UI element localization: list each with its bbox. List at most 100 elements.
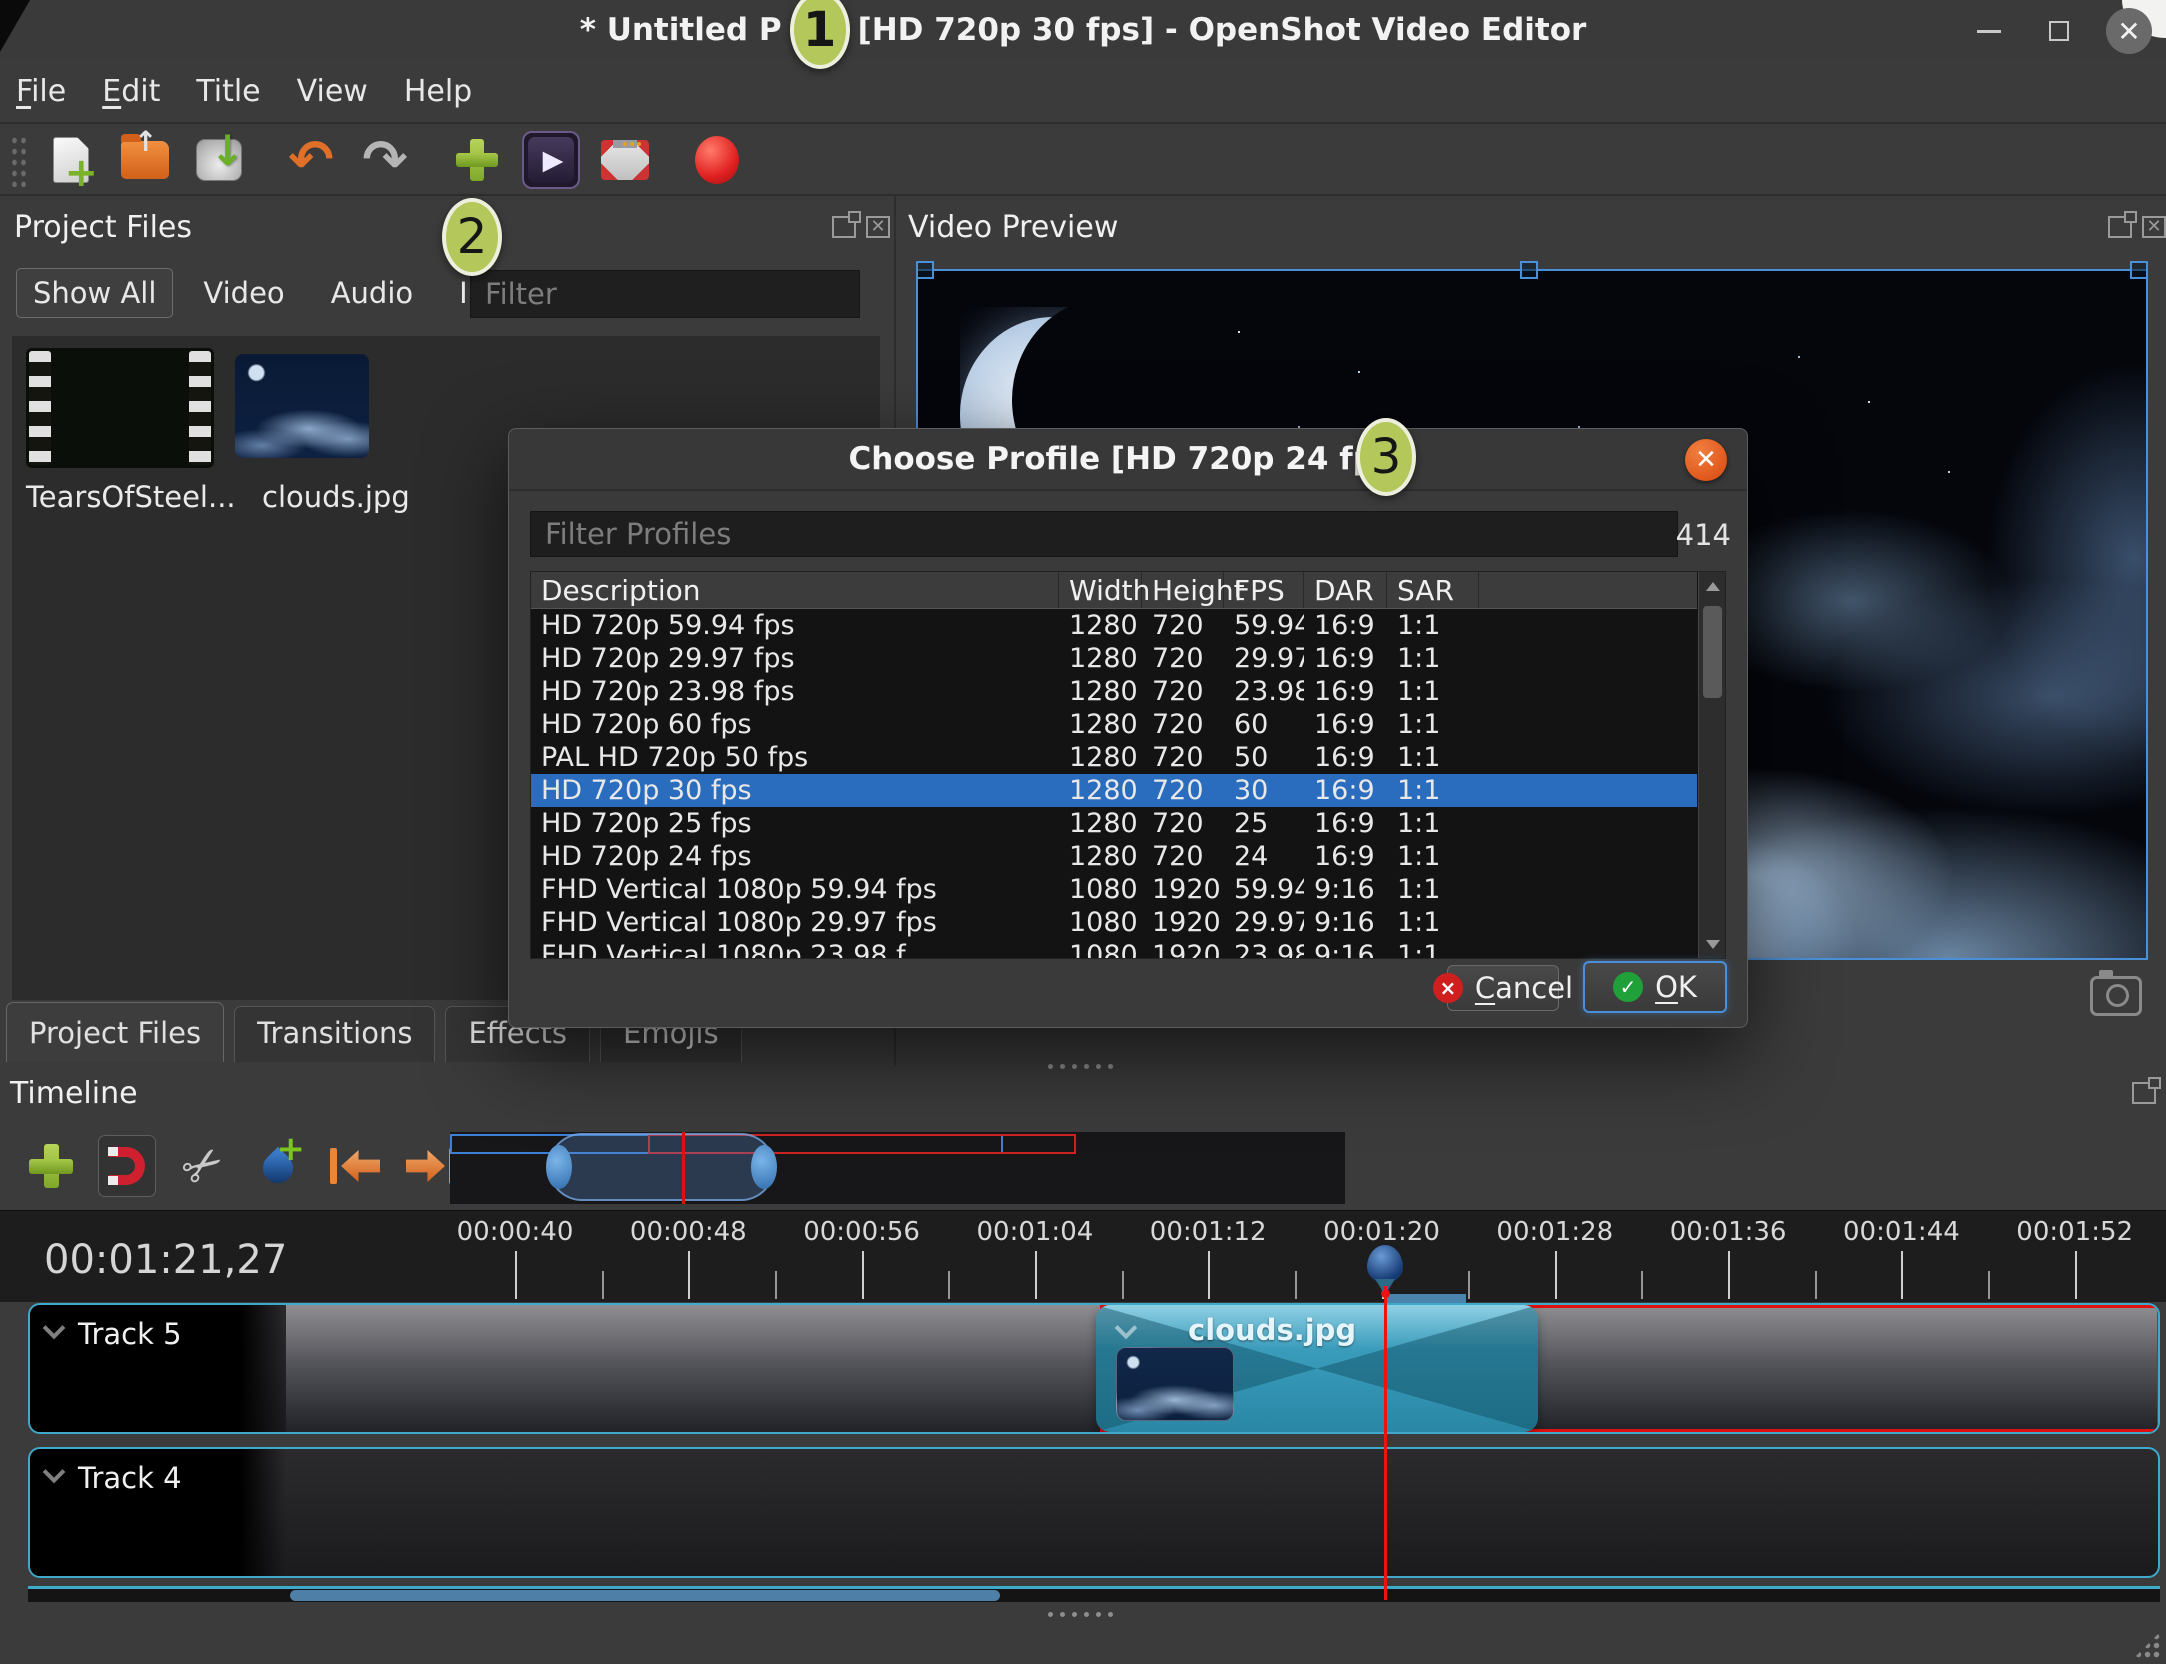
file-thumbnail-image[interactable]	[235, 354, 369, 458]
export-video-button[interactable]	[688, 131, 746, 189]
timeline-horizontal-scrollbar[interactable]	[290, 1590, 1000, 1601]
cell: 1:1	[1397, 643, 1441, 674]
snapping-button[interactable]	[98, 1135, 156, 1197]
import-files-button[interactable]	[448, 131, 506, 189]
profile-row[interactable]: FHD Vertical 1080p 59.94 fps 1080 1920 59.9…	[531, 873, 1697, 906]
file-thumbnail-video[interactable]	[26, 348, 214, 468]
clouds-image-clip[interactable]: clouds.jpg	[1096, 1305, 1538, 1432]
undock-panel-icon[interactable]	[2108, 211, 2137, 238]
cell: 1:1	[1397, 808, 1441, 839]
tab-transitions[interactable]: Transitions	[234, 1006, 436, 1062]
close-window-button[interactable]: ✕	[2106, 8, 2152, 54]
ok-button[interactable]: ✓ OK	[1583, 961, 1727, 1013]
column-header-sar[interactable]: SAR	[1387, 572, 1479, 608]
scrollbar-thumb[interactable]	[1703, 606, 1722, 698]
table-scrollbar[interactable]	[1698, 572, 1725, 958]
profile-row[interactable]: HD 720p 24 fps 1280 720 24 16:9 1:1	[531, 840, 1697, 873]
profile-row[interactable]: HD 720p 29.97 fps 1280 720 29.97 16:9 1:1	[531, 642, 1697, 675]
column-header-height[interactable]: Height	[1142, 572, 1245, 608]
track-header[interactable]: Track 4	[30, 1449, 286, 1576]
track-header[interactable]: Track 5	[30, 1305, 286, 1432]
fullscreen-button[interactable]	[596, 131, 654, 189]
redo-button[interactable]	[356, 131, 414, 189]
chevron-down-icon[interactable]	[42, 1460, 66, 1484]
column-header-fps[interactable]: FPS	[1224, 572, 1304, 608]
chevron-down-icon[interactable]	[1114, 1316, 1138, 1340]
add-track-button[interactable]	[22, 1135, 80, 1197]
profile-row[interactable]: FHD Vertical 1080p 23.98 f 1080 1920 23.98 9…	[531, 939, 1697, 959]
razor-button[interactable]	[174, 1135, 232, 1197]
column-header-dar[interactable]: DAR	[1304, 572, 1387, 608]
ruler-label: 00:01:04	[976, 1217, 1094, 1247]
cell: FHD Vertical 1080p 23.98 f	[541, 940, 906, 959]
file-label[interactable]: clouds.jpg	[262, 480, 410, 514]
close-panel-icon[interactable]: ✕	[2142, 216, 2166, 238]
scroll-down-button[interactable]	[1699, 930, 1725, 958]
close-panel-icon[interactable]: ✕	[866, 216, 890, 238]
previous-marker-button[interactable]	[326, 1135, 384, 1197]
cell: 16:9	[1314, 676, 1375, 707]
zoom-selection-handle[interactable]	[546, 1133, 777, 1201]
ruler-label: 00:00:48	[629, 1217, 747, 1247]
cell: 9:16	[1314, 874, 1375, 905]
filter-video[interactable]: Video	[187, 269, 300, 317]
playhead-marker[interactable]	[1367, 1245, 1403, 1298]
timeline-track-5[interactable]: clouds.jpg Track 5	[28, 1303, 2160, 1434]
transform-handle[interactable]	[916, 261, 934, 279]
camera-icon[interactable]	[2090, 970, 2142, 1016]
menu-file[interactable]: File	[16, 74, 66, 109]
profile-row[interactable]: HD 720p 23.98 fps 1280 720 23.98 16:9 1:1	[531, 675, 1697, 708]
timeline-zoom-widget[interactable]	[450, 1132, 1345, 1204]
title-bar[interactable]: * Untitled P 1 [HD 720p 30 fps] - OpenSh…	[0, 0, 2166, 69]
undock-panel-icon[interactable]	[2132, 1077, 2161, 1104]
add-marker-icon	[256, 1129, 306, 1191]
project-files-filter-input[interactable]	[470, 270, 860, 318]
minimize-button[interactable]	[1966, 8, 2012, 54]
column-header-width[interactable]: Width	[1059, 572, 1150, 608]
choose-profile-button[interactable]	[522, 131, 580, 189]
menu-view[interactable]: View	[297, 74, 368, 109]
preview-stars	[1238, 331, 1240, 333]
open-project-button[interactable]	[116, 125, 174, 189]
ruler-tick	[948, 1271, 951, 1299]
column-header-filler	[1479, 572, 1697, 608]
video-preview-panel-title: Video Preview	[908, 210, 1119, 245]
profile-row[interactable]: HD 720p 25 fps 1280 720 25 16:9 1:1	[531, 807, 1697, 840]
profile-row[interactable]: PAL HD 720p 50 fps 1280 720 50 16:9 1:1	[531, 741, 1697, 774]
splitter-handle[interactable]	[1048, 1064, 1113, 1069]
menu-title[interactable]: Title	[196, 74, 260, 109]
column-header-description[interactable]: Description	[531, 572, 1059, 608]
undock-panel-icon[interactable]	[832, 211, 861, 238]
save-project-button[interactable]	[190, 126, 248, 189]
filter-profiles-input[interactable]	[530, 511, 1678, 557]
tab-project-files[interactable]: Project Files	[6, 1002, 225, 1062]
menu-help[interactable]: Help	[404, 74, 472, 109]
export-video-icon	[695, 136, 739, 184]
scroll-up-button[interactable]	[1699, 572, 1725, 600]
timeline-ruler[interactable]: 00:01:21,27 00:00:40 00:00:48 00:00:56 00:0…	[0, 1210, 2166, 1303]
cell: 720	[1152, 709, 1204, 740]
undo-button[interactable]	[282, 131, 340, 189]
cell: HD 720p 59.94 fps	[541, 610, 795, 641]
ruler-tick	[2074, 1251, 2077, 1299]
maximize-button[interactable]	[2036, 8, 2082, 54]
new-project-button[interactable]	[42, 131, 100, 196]
transform-handle[interactable]	[2130, 261, 2148, 279]
chevron-down-icon[interactable]	[42, 1316, 66, 1340]
cancel-button[interactable]: × Cancel	[1432, 965, 1573, 1011]
file-label[interactable]: TearsOfSteel...	[26, 480, 236, 514]
toolbar-drag-handle[interactable]	[8, 133, 26, 187]
profile-row[interactable]: HD 720p 59.94 fps 1280 720 59.94 16:9 1:1	[531, 609, 1697, 642]
menu-edit[interactable]: Edit	[102, 74, 160, 109]
add-marker-button[interactable]	[250, 1129, 308, 1197]
splitter-handle[interactable]	[1048, 1612, 1113, 1617]
dialog-close-button[interactable]: ✕	[1685, 439, 1727, 481]
window-resize-grip[interactable]	[2134, 1632, 2160, 1658]
timeline-track-4[interactable]: Track 4	[28, 1447, 2160, 1578]
transform-handle[interactable]	[1520, 261, 1538, 279]
filter-show-all[interactable]: Show All	[16, 268, 174, 318]
profile-row[interactable]: FHD Vertical 1080p 29.97 fps 1080 1920 29.9…	[531, 906, 1697, 939]
filter-audio[interactable]: Audio	[315, 269, 429, 317]
profile-row[interactable]: HD 720p 60 fps 1280 720 60 16:9 1:1	[531, 708, 1697, 741]
profile-row[interactable]: HD 720p 30 fps 1280 720 30 16:9 1:1	[531, 774, 1697, 807]
